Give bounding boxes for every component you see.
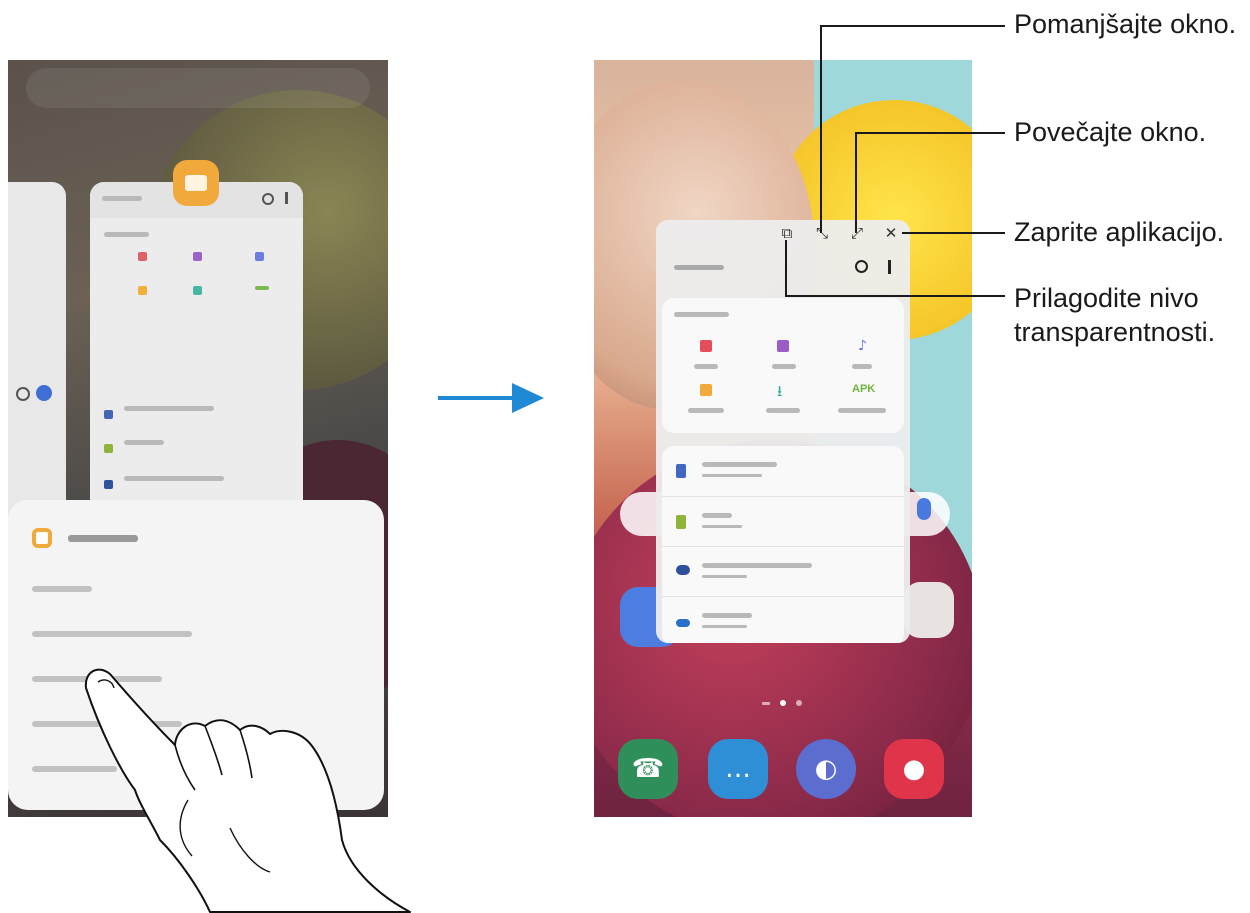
categories-card: ♪ ⭳ APK	[662, 298, 904, 433]
callout-transparency-line1: Prilagodite nivo	[1014, 283, 1199, 313]
pop-up-window[interactable]: ⧉ ⤡ ⤢ ✕ ♪ ⭳ APK	[656, 220, 910, 643]
mic-icon[interactable]	[917, 498, 931, 520]
list-item-samsung-cloud[interactable]	[662, 546, 904, 597]
menu-app-name	[68, 535, 138, 542]
page-indicator	[762, 700, 812, 708]
callout-line-minimize	[820, 25, 822, 233]
storage-usage	[702, 525, 742, 528]
pop-up-window-toolbar: ⧉ ⤡ ⤢ ✕	[656, 220, 910, 246]
videos-icon	[193, 252, 202, 261]
search-icon	[16, 387, 30, 401]
cloud-icon	[676, 565, 690, 575]
apk-icon	[255, 286, 269, 290]
cloud-icon	[104, 480, 113, 489]
categories-heading	[104, 232, 149, 237]
callout-line-transparency	[785, 295, 1005, 297]
apk-icon[interactable]: APK	[852, 383, 875, 395]
callout-line-maximize	[855, 132, 1005, 134]
storage-label	[124, 440, 164, 445]
right-phone-screen: ☎ … ◐ ● ⧉ ⤡ ⤢ ✕ ♪ ⭳ APK	[594, 60, 972, 817]
storage-usage	[702, 625, 747, 628]
list-item-onedrive[interactable]	[662, 596, 904, 643]
hand-pointer-icon	[84, 668, 411, 913]
category-label	[688, 408, 724, 413]
category-label	[694, 364, 718, 369]
callout-line-minimize	[820, 25, 1005, 27]
category-label	[852, 364, 872, 369]
storage-label	[124, 476, 224, 481]
storage-usage	[702, 575, 747, 578]
category-label	[838, 408, 886, 413]
storage-usage	[702, 474, 762, 477]
myfiles-app-bar	[656, 246, 910, 290]
documents-icon[interactable]	[700, 384, 712, 396]
storage-label	[702, 613, 752, 618]
menu-item-split-screen[interactable]	[32, 631, 192, 637]
more-options-icon[interactable]	[888, 260, 891, 274]
downloads-icon[interactable]: ⭳	[777, 381, 782, 406]
callout-line-close	[902, 232, 1005, 234]
internet-icon[interactable]: ◐	[796, 739, 856, 799]
storage-label	[702, 513, 732, 518]
minimize-button[interactable]: ⤡	[811, 223, 833, 243]
storage-label	[702, 563, 812, 568]
camera-icon[interactable]: ●	[884, 739, 944, 799]
images-icon[interactable]	[700, 340, 712, 352]
google-folder-icon[interactable]	[904, 582, 954, 638]
callout-line-transparency	[785, 240, 787, 296]
myfiles-icon	[32, 528, 52, 548]
audio-icon	[255, 252, 264, 261]
callout-maximize: Povečajte okno.	[1014, 117, 1207, 147]
search-icon[interactable]	[855, 260, 868, 273]
recents-search-bar[interactable]	[26, 68, 370, 108]
sd-card-icon	[676, 515, 686, 529]
downloads-icon	[193, 286, 202, 295]
internal-storage-icon	[104, 410, 113, 419]
maximize-button[interactable]: ⤢	[846, 223, 868, 243]
onedrive-icon	[676, 619, 690, 627]
transition-arrow	[438, 396, 518, 400]
list-item-sd-card[interactable]	[662, 496, 904, 547]
list-item-internal-storage[interactable]	[662, 446, 904, 496]
sd-card-icon	[104, 444, 113, 453]
arrow-head-icon	[512, 383, 544, 413]
search-icon	[262, 193, 274, 205]
documents-icon	[138, 286, 147, 295]
close-button[interactable]: ✕	[880, 223, 902, 243]
phone-storage-icon	[676, 464, 686, 478]
storage-label	[702, 462, 777, 467]
menu-item-app-info[interactable]	[32, 586, 92, 592]
storage-card	[662, 446, 904, 643]
transparency-button[interactable]: ⧉	[776, 223, 798, 243]
category-label	[772, 364, 796, 369]
images-icon	[138, 252, 147, 261]
callout-close: Zaprite aplikacijo.	[1014, 217, 1225, 247]
category-label	[766, 408, 800, 413]
account-icon	[36, 385, 52, 401]
callout-minimize: Pomanjšajte okno.	[1014, 9, 1237, 39]
categories-heading	[674, 312, 729, 317]
callout-transparency-line2: transparentnosti.	[1014, 317, 1216, 347]
app-title	[674, 265, 724, 270]
videos-icon[interactable]	[777, 340, 789, 352]
more-options-icon	[285, 192, 288, 204]
storage-label	[124, 406, 214, 411]
audio-icon[interactable]: ♪	[858, 338, 867, 354]
card-title	[102, 196, 142, 201]
callout-line-maximize	[855, 132, 857, 233]
phone-icon[interactable]: ☎	[618, 739, 678, 799]
messages-icon[interactable]: …	[708, 739, 768, 799]
myfiles-app-icon[interactable]	[173, 160, 219, 206]
